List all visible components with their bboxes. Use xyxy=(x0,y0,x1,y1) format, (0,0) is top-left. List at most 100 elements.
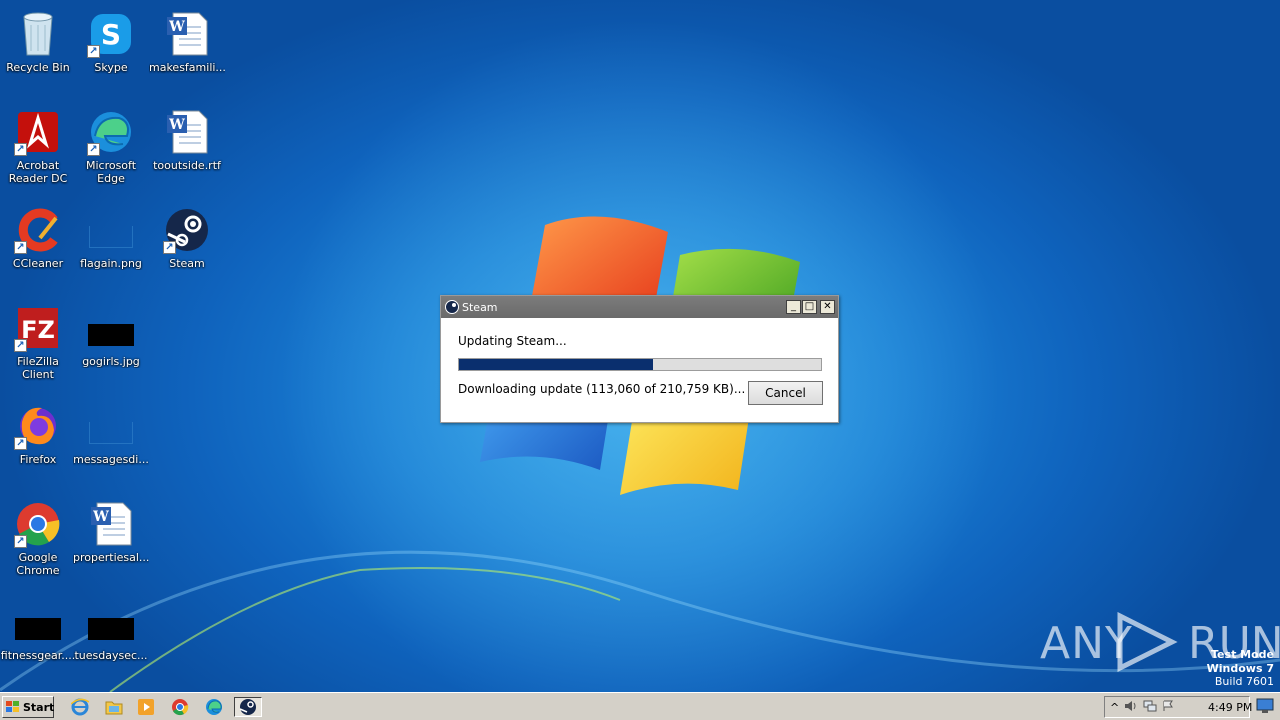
minimize-button[interactable]: _ xyxy=(786,300,801,314)
windows-logo-icon xyxy=(6,701,20,713)
desktop-icon-skype[interactable]: S ↗ Skype xyxy=(73,6,149,98)
desktop-icon-recycle-bin[interactable]: Recycle Bin xyxy=(0,6,76,98)
os-version-label: Windows 7 xyxy=(1206,661,1274,675)
desktop-icon-label: Firefox xyxy=(19,453,57,466)
acrobat-icon: ↗ xyxy=(14,108,62,156)
desktop-icon-label: tuesdaysec... xyxy=(74,649,148,662)
test-mode-info: Test Mode Windows 7 Build 7601 xyxy=(1207,648,1274,689)
image-file-icon xyxy=(87,598,135,646)
desktop-icon-acrobat[interactable]: ↗ Acrobat Reader DC xyxy=(0,104,76,196)
ccleaner-icon: ↗ xyxy=(14,206,62,254)
word-document-icon: W xyxy=(163,10,211,58)
dialog-body: Updating Steam... Downloading update (11… xyxy=(441,318,838,422)
svg-text:W: W xyxy=(92,509,109,525)
desktop-icon-filezilla[interactable]: FZ ↗ FileZilla Client xyxy=(0,300,76,392)
desktop-icon-label: Google Chrome xyxy=(16,551,60,577)
close-button[interactable]: ✕ xyxy=(820,300,835,314)
desktop-icon-tooutside[interactable]: W tooutside.rtf xyxy=(149,104,225,196)
action-center-flag-icon[interactable] xyxy=(1162,700,1174,715)
image-file-icon xyxy=(87,304,135,352)
desktop-icon-google-chrome[interactable]: ↗ Google Chrome xyxy=(0,496,76,588)
download-detail-text: Downloading update (113,060 of 210,759 K… xyxy=(458,382,746,396)
steam-update-dialog: Steam _ □ ✕ Updating Steam... Downloadin… xyxy=(440,295,839,423)
svg-text:S: S xyxy=(101,18,121,51)
show-desktop-button[interactable] xyxy=(1256,698,1274,716)
desktop-icon-label: Acrobat Reader DC xyxy=(8,159,68,185)
desktop-icon-firefox[interactable]: ↗ Firefox xyxy=(0,398,76,490)
start-label: Start xyxy=(23,700,55,714)
desktop-icon-label: flagain.png xyxy=(80,257,142,270)
desktop-icon-microsoft-edge[interactable]: ↗ Microsoft Edge xyxy=(73,104,149,196)
maximize-button[interactable]: □ xyxy=(802,300,817,314)
image-file-icon xyxy=(14,598,62,646)
desktop-icon-label: CCleaner xyxy=(12,257,64,270)
skype-icon: S ↗ xyxy=(87,10,135,58)
volume-icon[interactable] xyxy=(1124,700,1138,715)
shortcut-arrow-icon: ↗ xyxy=(14,437,27,450)
desktop-icon-propertiesal[interactable]: W propertiesal... xyxy=(73,496,149,588)
desktop-icon-ccleaner[interactable]: ↗ CCleaner xyxy=(0,202,76,294)
desktop-icon-fitnessgear[interactable]: fitnessgear.... xyxy=(0,594,76,686)
taskbar-steam-button[interactable] xyxy=(234,697,262,717)
desktop-icon-messagesdi[interactable]: messagesdi... xyxy=(73,398,149,490)
play-triangle-icon xyxy=(1117,612,1178,672)
steam-icon xyxy=(239,699,256,715)
desktop-icon-label: makesfamili... xyxy=(149,61,225,74)
update-status-text: Updating Steam... xyxy=(458,334,567,348)
dialog-titlebar[interactable]: Steam _ □ ✕ xyxy=(441,296,838,318)
desktop-icon-label: messagesdi... xyxy=(73,453,149,466)
os-build-label: Build 7601 xyxy=(1214,675,1274,688)
chrome-icon: ↗ xyxy=(14,500,62,548)
desktop-icon-label: FileZilla Client xyxy=(17,355,59,381)
desktop-icon-label: fitnessgear.... xyxy=(0,649,76,662)
taskbar-explorer-button[interactable] xyxy=(102,697,126,717)
desktop-icon-flagain[interactable]: flagain.png xyxy=(73,202,149,294)
explorer-icon xyxy=(105,701,123,715)
taskbar-ie-button[interactable] xyxy=(68,697,92,717)
desktop-icon-tuesdaysec[interactable]: tuesdaysec... xyxy=(73,594,149,686)
edge-icon: ↗ xyxy=(87,108,135,156)
shortcut-arrow-icon: ↗ xyxy=(14,241,27,254)
word-document-icon: W xyxy=(87,500,135,548)
taskbar-edge-button[interactable] xyxy=(202,697,226,717)
media-player-icon xyxy=(138,699,154,715)
shortcut-arrow-icon: ↗ xyxy=(87,45,100,58)
download-progress-fill xyxy=(459,359,654,370)
desktop-icon-makesfamili[interactable]: W makesfamili... xyxy=(149,6,225,98)
desktop-icon-label: gogirls.jpg xyxy=(82,355,140,368)
chrome-icon xyxy=(172,699,189,716)
recycle-bin-icon xyxy=(14,10,62,58)
desktop-icon-label: propertiesal... xyxy=(73,551,149,564)
filezilla-icon: FZ ↗ xyxy=(14,304,62,352)
shortcut-arrow-icon: ↗ xyxy=(163,241,176,254)
taskbar-chrome-button[interactable] xyxy=(168,697,192,717)
desktop-icon-steam[interactable]: ↗ Steam xyxy=(149,202,225,294)
svg-text:W: W xyxy=(168,117,185,133)
edge-icon xyxy=(206,699,222,715)
desktop-icon-label: Skype xyxy=(94,61,128,74)
svg-text:W: W xyxy=(168,19,185,35)
ie-icon xyxy=(71,698,89,716)
desktop-icon-label: Microsoft Edge xyxy=(85,159,137,185)
system-clock[interactable]: 4:49 PM xyxy=(1208,701,1252,714)
shortcut-arrow-icon: ↗ xyxy=(87,143,100,156)
show-hidden-icons-button[interactable]: ^ xyxy=(1110,701,1119,714)
network-icon[interactable] xyxy=(1143,700,1157,715)
image-file-icon xyxy=(87,206,135,254)
shortcut-arrow-icon: ↗ xyxy=(14,535,27,548)
steam-icon: ↗ xyxy=(163,206,211,254)
cancel-button[interactable]: Cancel xyxy=(748,381,823,405)
word-document-icon: W xyxy=(163,108,211,156)
taskbar: Start ^ 4:49 PM xyxy=(0,692,1280,720)
dialog-title: Steam xyxy=(462,300,498,314)
start-button[interactable]: Start xyxy=(2,696,54,718)
desktop-icon-label: tooutside.rtf xyxy=(153,159,221,172)
download-progress-bar xyxy=(458,358,822,371)
shortcut-arrow-icon: ↗ xyxy=(14,339,27,352)
monitor-icon xyxy=(1256,698,1274,713)
taskbar-media-player-button[interactable] xyxy=(134,697,158,717)
desktop-icon-gogirls[interactable]: gogirls.jpg xyxy=(73,300,149,392)
test-mode-label: Test Mode xyxy=(1211,648,1274,661)
shortcut-arrow-icon: ↗ xyxy=(14,143,27,156)
desktop-icon-label: Recycle Bin xyxy=(6,61,70,74)
